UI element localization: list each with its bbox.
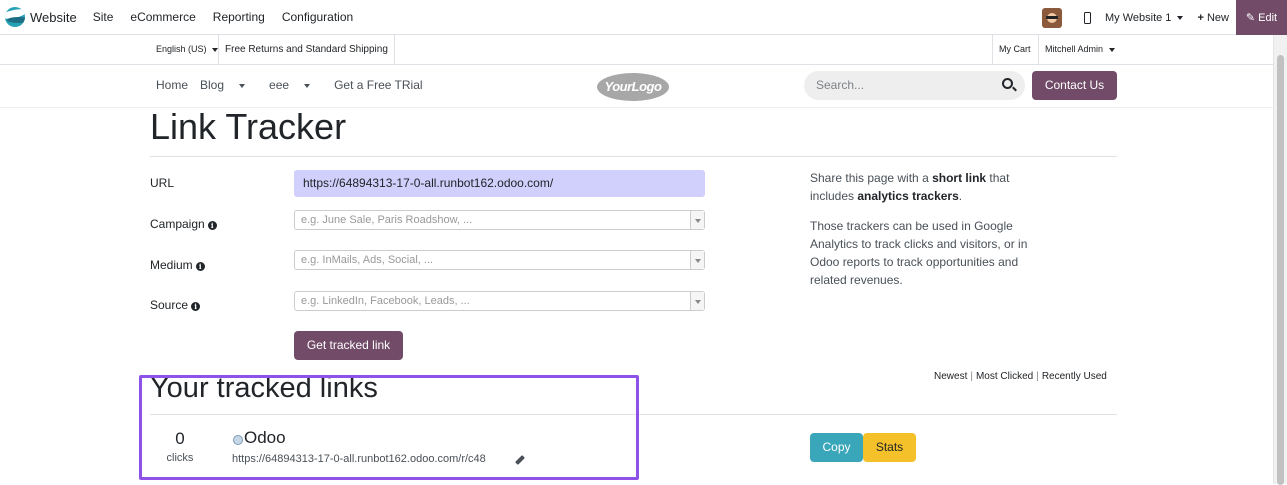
url-label: URL [150, 176, 175, 190]
pencil-icon: ✎ [1245, 12, 1256, 24]
nav-home[interactable]: Home [156, 78, 188, 92]
navbar-right: My Website 1 + New ✎ Edit [1041, 0, 1287, 35]
divider [150, 156, 1117, 157]
short-link-emphasis: short link [932, 171, 987, 185]
source-placeholder: e.g. LinkedIn, Facebook, Leads, ... [301, 295, 470, 307]
share-info-text: Share this page with a short link that i… [810, 169, 1040, 205]
menu-reporting[interactable]: Reporting [213, 10, 265, 24]
user-avatar[interactable] [1041, 7, 1062, 28]
get-tracked-link-button[interactable]: Get tracked link [294, 331, 403, 360]
analytics-trackers-emphasis: analytics trackers [857, 189, 959, 203]
nav-blog[interactable]: Blog [200, 78, 257, 92]
divider: | [1036, 371, 1039, 382]
nav-free-trial[interactable]: Get a Free TRial [334, 78, 422, 92]
odoo-menu: Site eCommerce Reporting Configuration [93, 10, 370, 24]
chevron-down-icon[interactable] [690, 251, 704, 269]
my-cart-link[interactable]: My Cart [992, 35, 1037, 64]
menu-ecommerce[interactable]: eCommerce [130, 10, 195, 24]
share-info-end: . [958, 189, 963, 203]
medium-placeholder: e.g. InMails, Ads, Social, ... [301, 254, 434, 266]
new-button-label: New [1206, 11, 1229, 24]
chevron-down-icon [304, 83, 311, 88]
shipping-note: Free Returns and Standard Shipping [218, 35, 395, 64]
user-name: Mitchell Admin [1045, 44, 1104, 54]
campaign-label-text: Campaign [150, 217, 205, 231]
mobile-preview-icon[interactable] [1083, 11, 1091, 24]
search-placeholder: Search... [816, 78, 865, 92]
info-icon[interactable]: i [191, 302, 201, 311]
website-app-icon [5, 7, 25, 27]
chevron-down-icon [1108, 47, 1115, 52]
nav-eee[interactable]: eee [269, 78, 322, 92]
menu-configuration[interactable]: Configuration [282, 10, 353, 24]
page-title: Link Tracker [150, 106, 347, 147]
app-home[interactable]: Website [5, 7, 77, 27]
chevron-down-icon [239, 83, 246, 88]
edit-button-label: Edit [1258, 11, 1278, 24]
nav-eee-label: eee [269, 78, 290, 92]
share-info-pre: Share this page with a [810, 171, 933, 185]
menu-site[interactable]: Site [93, 10, 114, 24]
language-label: English (US) [156, 44, 207, 54]
trackers-info-text: Those trackers can be used in Google Ana… [810, 219, 1028, 287]
search-icon[interactable] [1002, 78, 1013, 89]
stats-button[interactable]: Stats [863, 433, 916, 462]
campaign-placeholder: e.g. June Sale, Paris Roadshow, ... [301, 214, 473, 226]
site-logo[interactable]: YourLogo [597, 73, 669, 101]
source-select[interactable]: e.g. LinkedIn, Facebook, Leads, ... [294, 291, 705, 311]
annotation-highlight-box [139, 375, 639, 480]
copy-button[interactable]: Copy [810, 433, 863, 462]
source-label: Source i [150, 298, 201, 312]
website-selector[interactable]: My Website 1 [1105, 12, 1184, 24]
page-scrollbar[interactable] [1273, 35, 1287, 485]
chevron-down-icon[interactable] [690, 292, 704, 310]
website-topbar: English (US) Free Returns and Standard S… [0, 35, 1273, 65]
scrollbar-thumb[interactable] [1277, 55, 1284, 485]
sort-most-clicked[interactable]: Most Clicked [976, 371, 1033, 382]
chevron-down-icon[interactable] [690, 211, 704, 229]
divider: | [970, 371, 973, 382]
user-menu[interactable]: Mitchell Admin [1038, 35, 1121, 64]
campaign-label: Campaign i [150, 217, 217, 231]
info-icon[interactable]: i [207, 221, 217, 230]
sort-recently-used[interactable]: Recently Used [1042, 371, 1107, 382]
website-selector-label: My Website 1 [1104, 11, 1172, 24]
medium-label-text: Medium [150, 258, 193, 272]
medium-select[interactable]: e.g. InMails, Ads, Social, ... [294, 250, 705, 270]
odoo-navbar: Website Site eCommerce Reporting Configu… [0, 0, 1287, 35]
sort-options: Newest | Most Clicked | Recently Used [934, 371, 1107, 382]
source-label-text: Source [150, 298, 189, 312]
app-name: Website [30, 9, 77, 25]
nav-blog-label: Blog [200, 78, 225, 92]
website-main-nav: Home Blog eee Get a Free TRial YourLogo … [0, 65, 1273, 108]
contact-us-button[interactable]: Contact Us [1032, 71, 1117, 100]
url-field[interactable]: https://64894313-17-0-all.runbot162.odoo… [294, 170, 705, 197]
campaign-select[interactable]: e.g. June Sale, Paris Roadshow, ... [294, 210, 705, 230]
plus-icon: + [1197, 11, 1204, 24]
chevron-down-icon [1177, 15, 1184, 20]
info-icon[interactable]: i [195, 262, 205, 271]
language-selector[interactable]: English (US) [150, 35, 224, 64]
search-input[interactable]: Search... [804, 71, 1025, 100]
medium-label: Medium i [150, 258, 205, 272]
nav-links: Home Blog eee Get a Free TRial [156, 78, 435, 92]
new-button[interactable]: + New [1197, 12, 1229, 24]
edit-button[interactable]: ✎ Edit [1236, 0, 1287, 35]
sort-newest[interactable]: Newest [934, 371, 967, 382]
